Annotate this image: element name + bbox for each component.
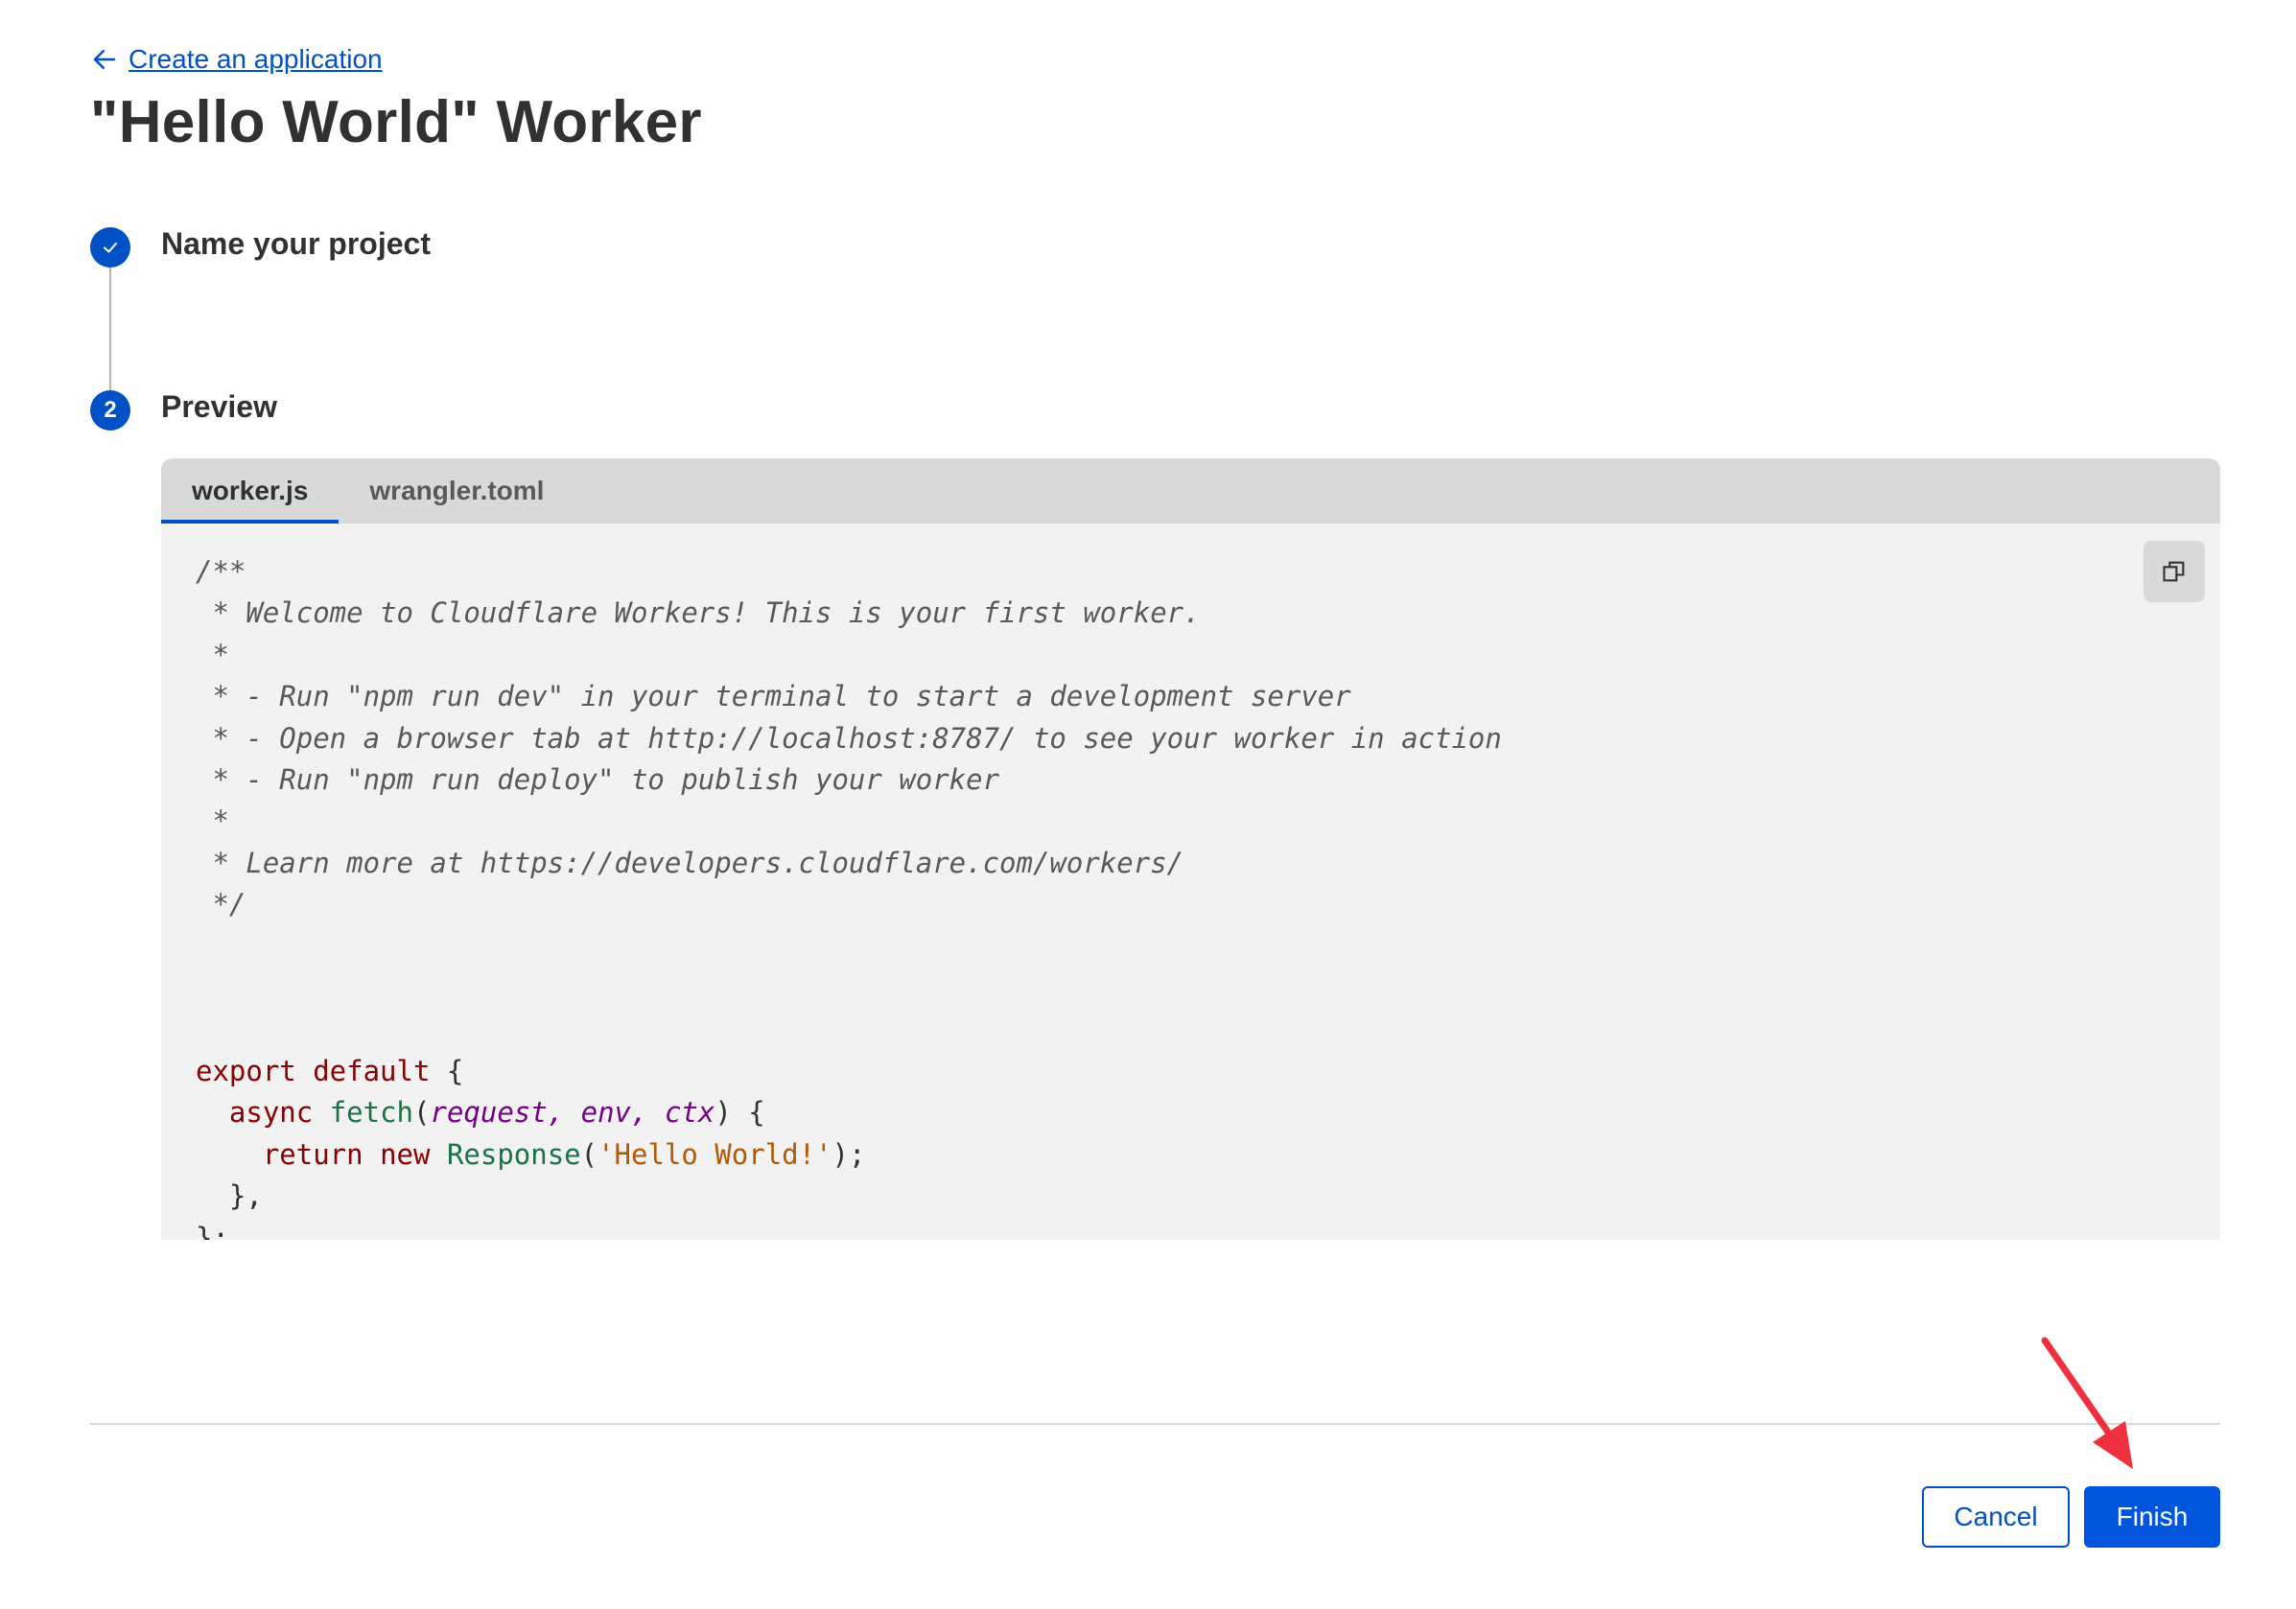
check-icon <box>104 243 117 253</box>
back-link-create-application[interactable]: Create an application <box>90 44 383 75</box>
tab-wrangler-toml[interactable]: wrangler.toml <box>339 458 574 524</box>
code-token: return <box>262 1137 363 1171</box>
code-token: 'Hello World!' <box>597 1137 832 1171</box>
code-token: fetch <box>329 1096 414 1130</box>
code-token: request <box>430 1096 548 1130</box>
copy-code-button[interactable] <box>2144 541 2205 602</box>
step-1-indicator <box>90 227 130 268</box>
code-token: export default <box>196 1054 431 1087</box>
file-tabs: worker.js wrangler.toml <box>161 458 2220 524</box>
footer-divider <box>90 1423 2220 1425</box>
code-token: Response <box>446 1137 581 1171</box>
step-2-label: Preview <box>161 389 277 424</box>
code-block: /** * Welcome to Cloudflare Workers! Thi… <box>196 555 1502 1240</box>
cancel-button[interactable]: Cancel <box>1922 1486 2070 1548</box>
arrow-left-icon <box>93 50 116 69</box>
tab-worker-js[interactable]: worker.js <box>161 458 340 524</box>
code-token: ctx <box>664 1096 715 1130</box>
code-token: async <box>228 1096 314 1130</box>
step-connector <box>109 268 111 390</box>
code-token: new <box>380 1137 431 1171</box>
step-1-label: Name your project <box>161 226 431 261</box>
code-token: env <box>580 1096 632 1130</box>
code-preview-panel: worker.js wrangler.toml /** * Welcome to… <box>161 458 2220 1240</box>
annotation-arrow-icon <box>2041 1337 2133 1469</box>
back-link-label[interactable]: Create an application <box>129 44 383 75</box>
copy-icon <box>2163 561 2185 582</box>
code-comment: /** * Welcome to Cloudflare Workers! Thi… <box>196 555 1502 921</box>
page-title: "Hello World" Worker <box>90 89 702 155</box>
step-2-indicator: 2 <box>90 390 130 431</box>
finish-button[interactable]: Finish <box>2084 1486 2220 1548</box>
